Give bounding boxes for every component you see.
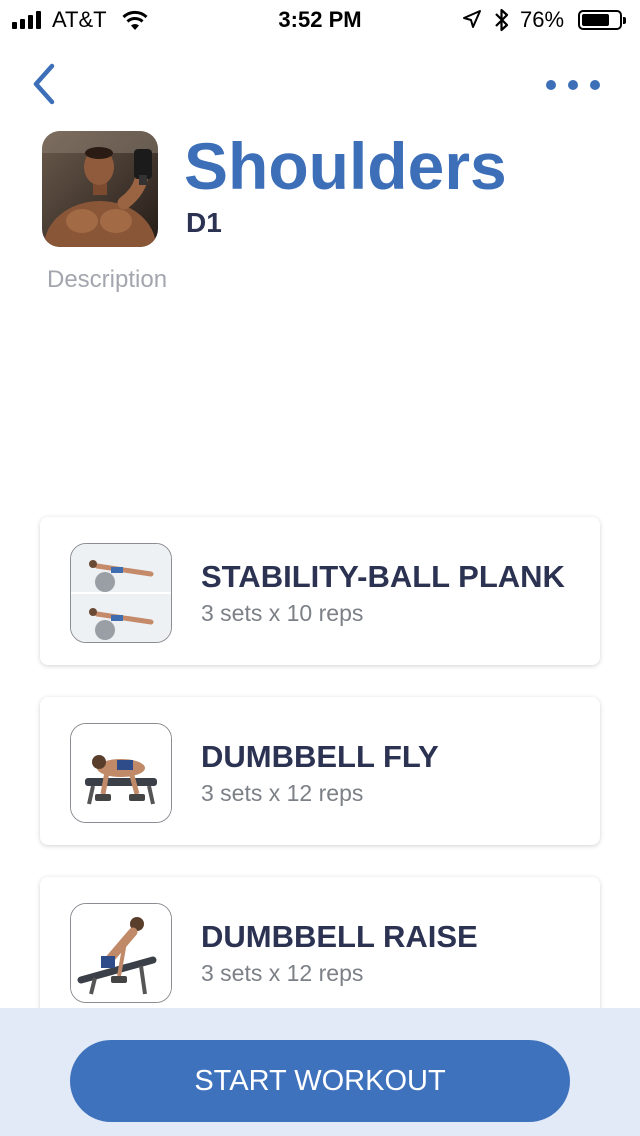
workout-subtitle: D1 [186, 207, 222, 238]
battery-percent: 76% [520, 7, 565, 32]
exercise-thumbnail [70, 543, 172, 643]
exercise-card[interactable]: DUMBBELL RAISE 3 sets x 12 reps [40, 877, 600, 1025]
exercise-card[interactable]: DUMBBELL FLY 3 sets x 12 reps [40, 697, 600, 845]
workout-title: Shoulders [184, 129, 507, 203]
exercise-sets-reps: 3 sets x 12 reps [201, 780, 364, 806]
exercise-name: DUMBBELL FLY [201, 739, 439, 774]
status-bar: AT&T 3:52 PM 76% [0, 0, 640, 40]
description-field[interactable]: Description [47, 266, 167, 294]
exercise-thumbnail [70, 723, 172, 823]
exercise-name: DUMBBELL RAISE [201, 919, 478, 954]
footer-bar: START WORKOUT [0, 1008, 640, 1136]
back-chevron-icon[interactable] [28, 60, 68, 108]
battery-icon [578, 10, 626, 30]
exercise-card[interactable]: STABILITY-BALL PLANK 3 sets x 10 reps [40, 517, 600, 665]
location-icon [463, 10, 481, 28]
battery-fill [582, 14, 609, 26]
start-workout-button[interactable]: START WORKOUT [70, 1040, 570, 1122]
exercise-name: STABILITY-BALL PLANK [201, 559, 565, 594]
exercise-thumbnail [70, 903, 172, 1003]
exercise-sets-reps: 3 sets x 10 reps [201, 600, 364, 626]
more-options-icon[interactable] [546, 70, 600, 100]
bluetooth-icon [495, 8, 509, 32]
workout-image [42, 131, 158, 247]
exercise-sets-reps: 3 sets x 12 reps [201, 960, 364, 986]
